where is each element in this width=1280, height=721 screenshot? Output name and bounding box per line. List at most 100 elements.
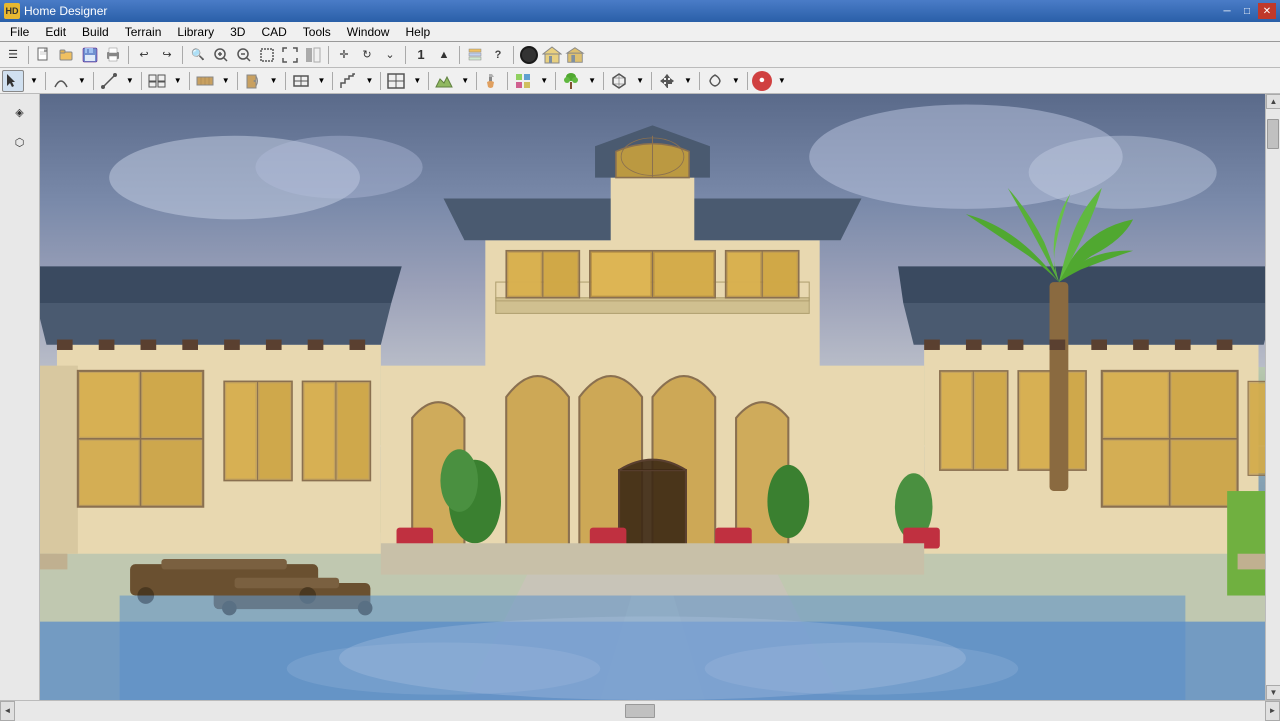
main-area: ◈ ⬡ xyxy=(0,94,1280,700)
room-tool-btn[interactable] xyxy=(385,70,407,92)
window-tool-btn[interactable] xyxy=(290,70,312,92)
record-dropdown[interactable]: ▼ xyxy=(773,70,789,92)
wall-tool-btn[interactable] xyxy=(194,70,216,92)
line-tool-btn[interactable] xyxy=(98,70,120,92)
sep-3 xyxy=(182,46,183,64)
zoom-out-btn[interactable] xyxy=(233,44,255,66)
sep2-14 xyxy=(651,72,652,90)
paint-tool-btn[interactable] xyxy=(481,70,503,92)
select-tool-btn[interactable] xyxy=(2,70,24,92)
canvas-area xyxy=(40,94,1265,700)
sep2-8 xyxy=(380,72,381,90)
select-rect-btn[interactable] xyxy=(256,44,278,66)
scroll-thumb-horizontal[interactable] xyxy=(625,704,655,718)
app-menu-btn[interactable]: ☰ xyxy=(2,44,24,66)
plant-dropdown[interactable]: ▼ xyxy=(583,70,599,92)
help-btn[interactable]: ? xyxy=(487,44,509,66)
close-btn[interactable]: ✕ xyxy=(1258,3,1276,19)
fill-btn[interactable] xyxy=(302,44,324,66)
house-view-btn[interactable] xyxy=(564,44,586,66)
texture-dropdown[interactable]: ▼ xyxy=(535,70,551,92)
view-tool-btn[interactable] xyxy=(146,70,168,92)
sep2-13 xyxy=(603,72,604,90)
sep2-4 xyxy=(189,72,190,90)
maximize-btn[interactable]: □ xyxy=(1238,3,1256,19)
house-svg xyxy=(40,94,1265,700)
sep-4 xyxy=(328,46,329,64)
transform-dropdown[interactable]: ▼ xyxy=(727,70,743,92)
stair-tool-btn[interactable] xyxy=(337,70,359,92)
zoom-in-btn[interactable] xyxy=(210,44,232,66)
panel-floor-btn[interactable]: ⬡ xyxy=(6,128,34,156)
scroll-left-btn[interactable]: ◄ xyxy=(0,701,15,721)
menu-library[interactable]: Library xyxy=(169,22,222,42)
sep-2 xyxy=(128,46,129,64)
menu-tools[interactable]: Tools xyxy=(295,22,339,42)
scroll-thumb-vertical[interactable] xyxy=(1267,119,1279,149)
door-tool-btn[interactable] xyxy=(242,70,264,92)
undo-btn[interactable]: ↩ xyxy=(133,44,155,66)
panel-toggle-btn[interactable]: ◈ xyxy=(6,98,34,126)
sep2-10 xyxy=(476,72,477,90)
redo-btn[interactable]: ↪ xyxy=(156,44,178,66)
menu-window[interactable]: Window xyxy=(339,22,398,42)
scroll-down-btn[interactable]: ▼ xyxy=(1266,685,1280,700)
sep2-11 xyxy=(507,72,508,90)
terrain-dropdown[interactable]: ▼ xyxy=(456,70,472,92)
walk-btn[interactable]: ⌄ xyxy=(379,44,401,66)
select-dropdown[interactable]: ▼ xyxy=(25,70,41,92)
view-dropdown[interactable]: ▼ xyxy=(169,70,185,92)
arc-dropdown[interactable]: ▼ xyxy=(73,70,89,92)
right-scrollbar: ▲ ▼ xyxy=(1265,94,1280,700)
menu-edit[interactable]: Edit xyxy=(37,22,74,42)
menu-help[interactable]: Help xyxy=(397,22,438,42)
menu-terrain[interactable]: Terrain xyxy=(117,22,170,42)
orbit-btn[interactable]: ↻ xyxy=(356,44,378,66)
sep2-15 xyxy=(699,72,700,90)
room-dropdown[interactable]: ▼ xyxy=(408,70,424,92)
object-dropdown[interactable]: ▼ xyxy=(631,70,647,92)
scroll-up-btn[interactable]: ▲ xyxy=(1266,94,1280,109)
object-tool-btn[interactable] xyxy=(608,70,630,92)
up-arrow-btn[interactable]: ▲ xyxy=(433,44,455,66)
move-tool-btn[interactable] xyxy=(656,70,678,92)
sep-6 xyxy=(459,46,460,64)
line-dropdown[interactable]: ▼ xyxy=(121,70,137,92)
sep-5 xyxy=(405,46,406,64)
house-front-btn[interactable] xyxy=(541,44,563,66)
menu-cad[interactable]: CAD xyxy=(253,22,294,42)
open-btn[interactable] xyxy=(56,44,78,66)
toolbar-1: ☰ ↩ ↪ 🔍 ✛ ↻ ⌄ 1 ▲ ? xyxy=(0,42,1280,68)
door-dropdown[interactable]: ▼ xyxy=(265,70,281,92)
scroll-right-btn[interactable]: ► xyxy=(1265,701,1280,721)
scroll-track-vertical xyxy=(1266,109,1280,685)
add-btn[interactable]: ✛ xyxy=(333,44,355,66)
terrain-tool-btn[interactable] xyxy=(433,70,455,92)
fit-page-btn[interactable] xyxy=(279,44,301,66)
wall-dropdown[interactable]: ▼ xyxy=(217,70,233,92)
transform-tool-btn[interactable] xyxy=(704,70,726,92)
save-btn[interactable] xyxy=(79,44,101,66)
number-1-btn[interactable]: 1 xyxy=(410,44,432,66)
stair-dropdown[interactable]: ▼ xyxy=(360,70,376,92)
new-btn[interactable] xyxy=(33,44,55,66)
record-btn[interactable]: ⏺ xyxy=(752,71,772,91)
search-btn[interactable]: 🔍 xyxy=(187,44,209,66)
window-controls: ─ □ ✕ xyxy=(1218,3,1276,19)
menu-file[interactable]: File xyxy=(2,22,37,42)
minimize-btn[interactable]: ─ xyxy=(1218,3,1236,19)
house-render xyxy=(40,94,1265,700)
print-btn[interactable] xyxy=(102,44,124,66)
sep2-3 xyxy=(141,72,142,90)
sep2-16 xyxy=(747,72,748,90)
move-dropdown[interactable]: ▼ xyxy=(679,70,695,92)
arc-tool-btn[interactable] xyxy=(50,70,72,92)
menu-3d[interactable]: 3D xyxy=(222,22,253,42)
render-btn[interactable] xyxy=(518,44,540,66)
layers-btn[interactable] xyxy=(464,44,486,66)
window-dropdown[interactable]: ▼ xyxy=(313,70,329,92)
plant-tool-btn[interactable] xyxy=(560,70,582,92)
menu-build[interactable]: Build xyxy=(74,22,117,42)
left-panel: ◈ ⬡ xyxy=(0,94,40,700)
texture-tool-btn[interactable] xyxy=(512,70,534,92)
